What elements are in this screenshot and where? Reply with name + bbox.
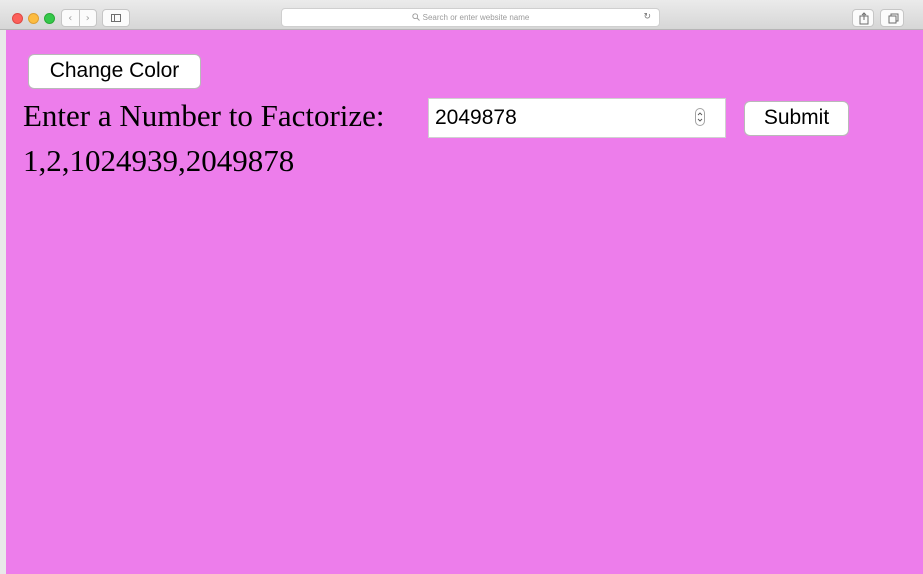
change-color-button[interactable]: Change Color (28, 54, 201, 89)
number-input-value: 2049878 (435, 106, 517, 129)
browser-toolbar: ‹ › Search or enter website name ↻ (0, 0, 923, 30)
share-button[interactable] (852, 9, 874, 27)
submit-button[interactable]: Submit (744, 101, 849, 136)
address-placeholder: Search or enter website name (422, 13, 530, 22)
tabs-icon (888, 13, 899, 24)
back-button[interactable]: ‹ (62, 10, 79, 26)
tab-overview-button[interactable] (880, 9, 904, 27)
sidebar-icon (111, 14, 121, 22)
forward-button[interactable]: › (78, 10, 97, 26)
navigation-buttons: ‹ › (61, 9, 97, 27)
sidebar-toggle-button[interactable] (102, 9, 130, 27)
close-window-icon[interactable] (12, 13, 23, 24)
chevron-left-icon: ‹ (68, 12, 73, 24)
page-content: Change Color Enter a Number to Factorize… (0, 30, 923, 574)
address-bar[interactable]: Search or enter website name ↻ (281, 8, 660, 27)
factorize-prompt-label: Enter a Number to Factorize: (23, 98, 385, 133)
share-icon (859, 12, 869, 25)
chevron-right-icon: › (85, 12, 90, 24)
number-stepper-icon[interactable] (695, 108, 705, 126)
factor-result-text: 1,2,1024939,2049878 (23, 143, 295, 178)
number-input[interactable]: 2049878 (428, 98, 726, 138)
browser-window: ‹ › Search or enter website name ↻ Chang… (0, 0, 923, 574)
search-icon (411, 13, 420, 21)
minimize-window-icon[interactable] (28, 13, 39, 24)
zoom-window-icon[interactable] (44, 13, 55, 24)
stepper-arrows-icon (697, 112, 703, 122)
reload-icon[interactable]: ↻ (643, 12, 651, 23)
